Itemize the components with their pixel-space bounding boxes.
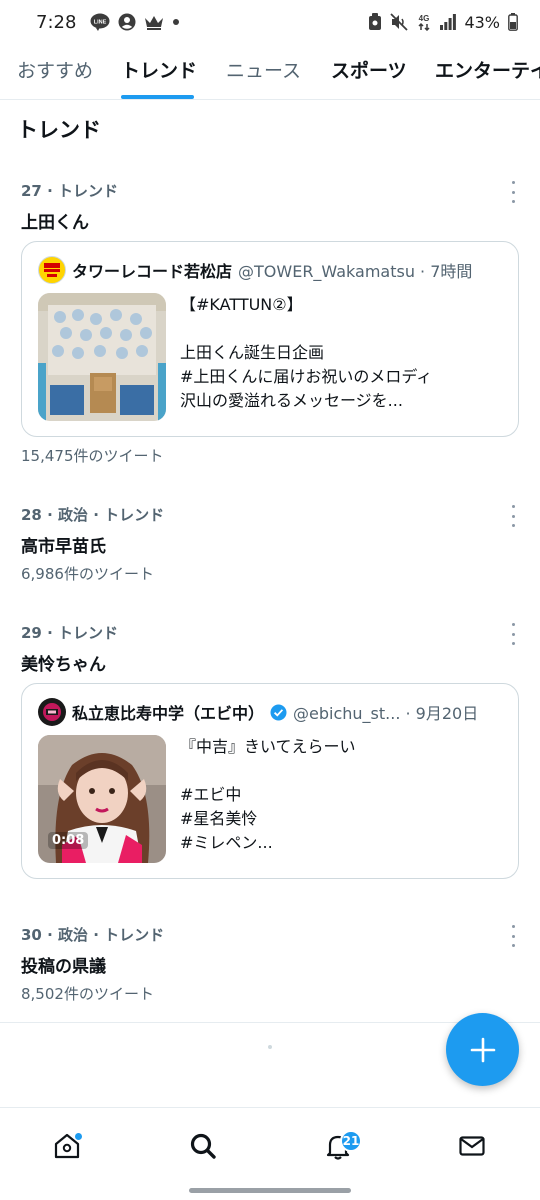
tab-news[interactable]: ニュース: [226, 56, 301, 83]
nav-notifications[interactable]: 21: [318, 1126, 362, 1166]
nav-home[interactable]: [47, 1126, 87, 1166]
trend-item[interactable]: 29 · トレンド 美怜ちゃん 私立恵比寿中学（エビ中） @ebichu_st.…: [0, 620, 540, 890]
page-title: トレンド: [17, 118, 101, 142]
trend-item[interactable]: 28 · 政治 · トレンド 高市早苗氏 6,986件のツイート: [0, 502, 540, 592]
more-options-icon[interactable]: [508, 505, 518, 527]
status-bar: 7:28 LINE 4G 43%: [0, 0, 540, 44]
loading-indicator: [268, 1045, 272, 1049]
tweet-author[interactable]: 私立恵比寿中学（エビ中）: [72, 700, 264, 724]
more-options-icon[interactable]: [508, 623, 518, 645]
network-label: 4G: [419, 14, 430, 23]
bottom-navigation: 21: [0, 1107, 540, 1200]
tweet-handle: @TOWER_Wakamatsu · 7時間: [238, 262, 473, 281]
tweet-line: #エビ中: [180, 785, 242, 804]
tweet-line: #上田くんに届けお祝いのメロディ: [180, 367, 433, 386]
nfc-lock-icon: [368, 13, 382, 31]
trend-meta: 30 · 政治 · トレンド: [21, 926, 165, 944]
trend-name: 高市早苗氏: [21, 537, 106, 557]
tweet-count: 8,502件のツイート: [21, 985, 154, 1003]
tweet-card[interactable]: 私立恵比寿中学（エビ中） @ebichu_st... · 9月20日 0:08 …: [21, 683, 519, 879]
tweet-line: 上田くん誕生日企画: [180, 343, 325, 362]
tweet-text: 『中吉』きいてえらーい #エビ中 #星名美怜 #ミレペン...: [180, 735, 356, 855]
trend-name: 投稿の県議: [21, 957, 106, 977]
tab-entertainment[interactable]: エンターテイ: [435, 56, 540, 83]
trend-meta: 29 · トレンド: [21, 624, 119, 642]
tweet-line: [180, 759, 356, 783]
active-tab-indicator: [121, 95, 194, 99]
trend-item[interactable]: 27 · トレンド 上田くん タワーレコード若松店 @TOWER_Wakamat…: [0, 178, 540, 468]
tweet-media-thumbnail[interactable]: [38, 293, 166, 421]
ebichu-avatar[interactable]: [38, 698, 66, 726]
tweet-count: 15,475件のツイート: [21, 447, 164, 465]
tweet-line: 沢山の愛溢れるメッセージを...: [180, 391, 403, 410]
crown-icon: [144, 14, 164, 30]
search-icon: [190, 1133, 216, 1159]
tweet-handle: @ebichu_st... · 9月20日: [293, 704, 479, 723]
trend-name: 美怜ちゃん: [21, 655, 106, 675]
tab-trends[interactable]: トレンド: [121, 56, 197, 83]
explore-tab-strip: おすすめ トレンド ニュース スポーツ エンターテイ: [0, 44, 540, 100]
compose-tweet-button[interactable]: [446, 1013, 519, 1086]
mute-icon: [390, 13, 409, 31]
trend-meta: 28 · 政治 · トレンド: [21, 506, 165, 524]
trend-meta: 27 · トレンド: [21, 182, 119, 200]
tweet-line: #ミレペン...: [180, 833, 273, 852]
svg-text:LINE: LINE: [94, 20, 107, 26]
dot-icon: [172, 18, 180, 26]
status-time: 7:28: [36, 11, 77, 33]
trend-name: 上田くん: [21, 213, 89, 233]
tweet-card[interactable]: タワーレコード若松店 @TOWER_Wakamatsu · 7時間 【#KATT…: [21, 241, 519, 437]
tweet-header: 私立恵比寿中学（エビ中） @ebichu_st... · 9月20日: [38, 698, 478, 726]
tweet-video-thumbnail[interactable]: 0:08: [38, 735, 166, 863]
tweet-count: 6,986件のツイート: [21, 565, 154, 583]
4g-icon: 4G: [416, 13, 432, 31]
trend-item[interactable]: 30 · 政治 · トレンド 投稿の県議 8,502件のツイート: [0, 922, 540, 1012]
home-unread-dot: [74, 1132, 83, 1141]
nav-search[interactable]: [183, 1126, 223, 1166]
account-circle-icon: [118, 13, 136, 31]
mail-icon: [459, 1136, 485, 1156]
tweet-text: 【#KATTUN②】 上田くん誕生日企画 #上田くんに届けお祝いのメロディ 沢山…: [180, 293, 432, 413]
battery-percent: 43%: [464, 12, 500, 32]
tweet-author[interactable]: タワーレコード若松店: [72, 258, 232, 282]
notification-count-badge: 21: [340, 1130, 362, 1152]
tower-records-avatar[interactable]: [38, 256, 66, 284]
tweet-line: 【#KATTUN②】: [180, 295, 303, 314]
home-gesture-bar[interactable]: [189, 1188, 351, 1193]
tab-sports[interactable]: スポーツ: [331, 56, 407, 83]
video-duration: 0:08: [48, 832, 89, 849]
battery-icon: [508, 13, 518, 31]
tweet-line: [180, 317, 432, 341]
tab-recommended[interactable]: おすすめ: [17, 56, 93, 83]
more-options-icon[interactable]: [508, 925, 518, 947]
verified-badge-icon: [270, 704, 287, 721]
tweet-header: タワーレコード若松店 @TOWER_Wakamatsu · 7時間: [38, 256, 472, 284]
signal-icon: [440, 14, 457, 30]
tweet-line: 『中吉』きいてえらーい: [180, 737, 356, 756]
line-icon: LINE: [90, 13, 110, 31]
tweet-line: #星名美怜: [180, 809, 258, 828]
plus-icon: [470, 1037, 495, 1062]
nav-messages[interactable]: [452, 1126, 492, 1166]
more-options-icon[interactable]: [508, 181, 518, 203]
